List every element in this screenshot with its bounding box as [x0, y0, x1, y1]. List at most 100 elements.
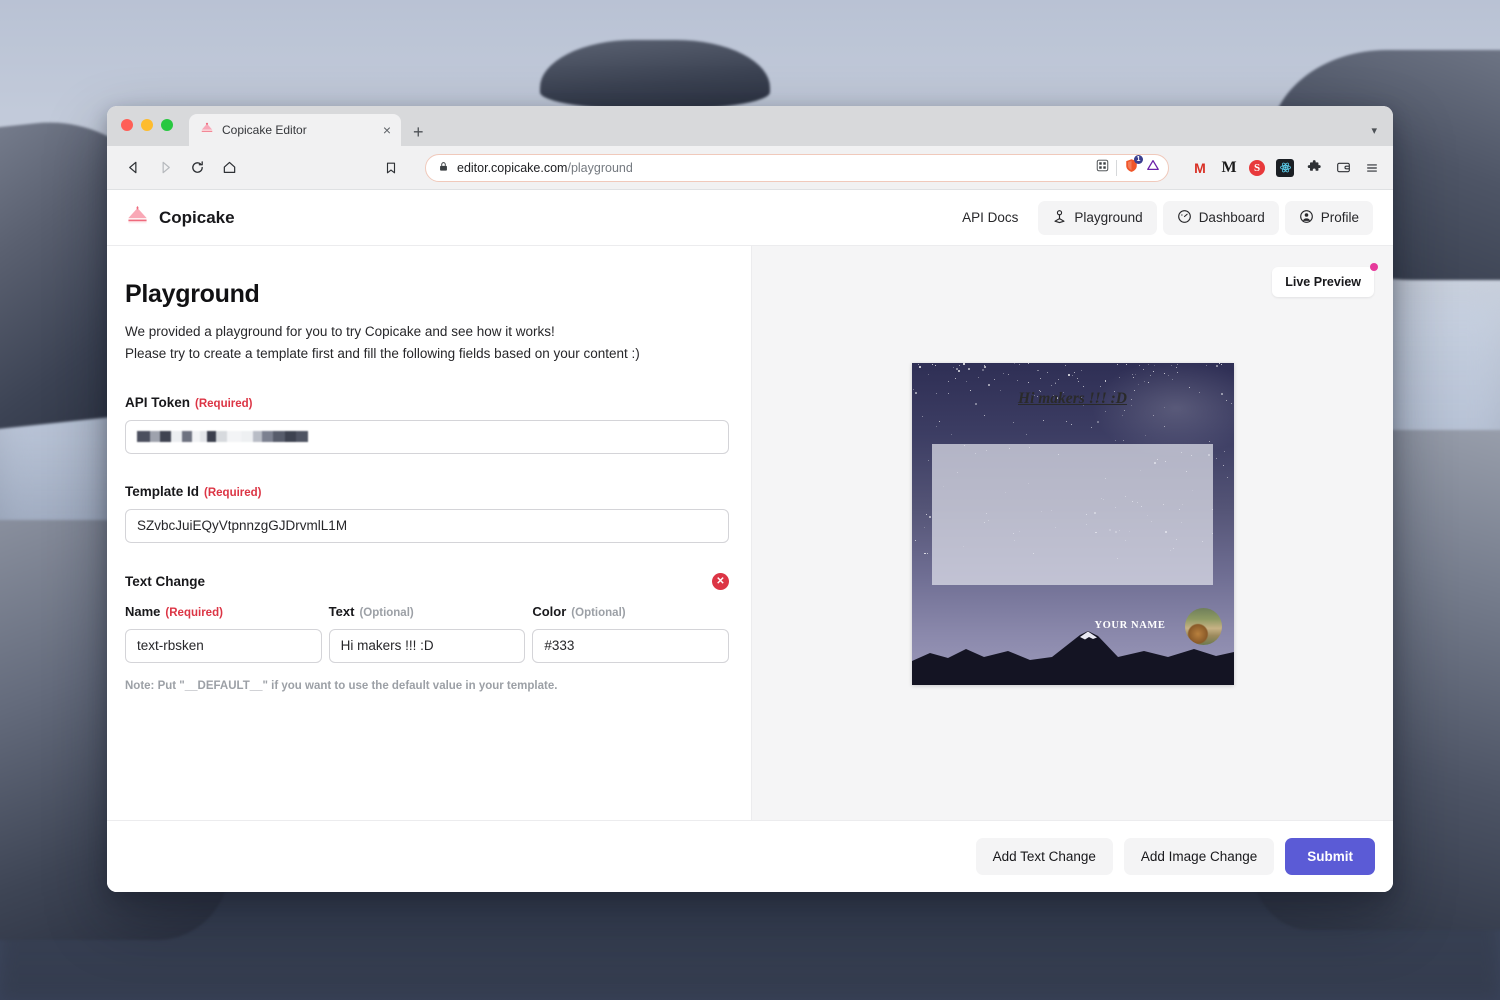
name-label: Name (Required) [125, 604, 322, 619]
brand-logo[interactable]: Copicake [125, 203, 235, 233]
gauge-icon [1177, 209, 1192, 227]
gmail-icon[interactable]: M [1191, 159, 1209, 177]
add-image-change-button[interactable]: Add Image Change [1123, 838, 1275, 875]
user-circle-icon [1299, 209, 1314, 227]
template-id-input[interactable]: SZvbcJuiEQyVtpnnzgGJDrvmlL1M [125, 508, 729, 543]
address-bar[interactable]: editor.copicake.com/playground 1 [425, 153, 1169, 182]
qr-code-icon[interactable] [1096, 159, 1109, 177]
field-label-text: Template Id [125, 483, 200, 499]
omnibox-actions: 1 [1096, 154, 1162, 178]
text-change-header: Text Change ✕ [125, 572, 729, 590]
nav-item-profile[interactable]: Profile [1284, 200, 1373, 235]
shield-badge-count: 1 [1134, 154, 1143, 164]
url-host: editor.copicake.com [457, 160, 568, 175]
text-change-text-input[interactable]: Hi makers !!! :D [328, 628, 526, 663]
extension-toolbar: M M S [1191, 158, 1381, 177]
submit-button[interactable]: Submit [1285, 838, 1375, 875]
add-text-change-button[interactable]: Add Text Change [975, 838, 1113, 875]
default-value-note: Note: Put "__DEFAULT__" if you want to u… [125, 679, 558, 692]
url-text: editor.copicake.com/playground [457, 161, 1088, 175]
react-icon[interactable] [1276, 158, 1294, 177]
app-body: Playground We provided a playground for … [107, 246, 1393, 820]
optional-tag: (Optional) [571, 606, 626, 619]
home-icon[interactable] [215, 154, 243, 182]
required-tag: (Required) [165, 606, 223, 619]
browser-tab-title: Copicake Editor [222, 123, 307, 137]
maximize-window-button[interactable] [161, 119, 173, 131]
text-change-color-input[interactable]: #333 [532, 628, 730, 663]
wallpaper-rock-center [540, 40, 770, 110]
field-label-text: Text [328, 603, 355, 619]
text-change-title: Text Change [125, 573, 206, 589]
api-token-label: API Token (Required) [125, 395, 729, 410]
preview-panel: Live Preview Hi makers !!! :D YOUR NAME [751, 246, 1393, 820]
close-icon[interactable]: × [381, 123, 393, 137]
overlay-text: Hi makers !!! :D [1018, 390, 1127, 407]
medium-icon[interactable]: M [1220, 159, 1238, 177]
browser-tab-strip: Copicake Editor × + ▾ [107, 106, 1393, 146]
nav-item-label: Profile [1320, 210, 1359, 225]
color-label: Color (Optional) [532, 604, 729, 619]
app-footer: Add Text Change Add Image Change Submit [107, 820, 1393, 892]
forward-icon [151, 154, 179, 182]
playground-form: Playground We provided a playground for … [107, 246, 751, 820]
browser-window: Copicake Editor × + ▾ editor.copicake.co… [107, 106, 1393, 892]
bookmark-icon[interactable] [377, 154, 405, 182]
nav-item-dashboard[interactable]: Dashboard [1162, 200, 1279, 235]
browser-toolbar: editor.copicake.com/playground 1 M M S [107, 146, 1393, 190]
text-change-name-input[interactable]: text-rbsken [125, 628, 322, 663]
remove-text-change-button[interactable]: ✕ [712, 572, 729, 590]
text-change-color-field: Color (Optional) #333 [532, 604, 730, 663]
brave-shield-icon[interactable]: 1 [1124, 154, 1143, 178]
field-label-text: Color [532, 603, 567, 619]
template-id-field: Template Id (Required) SZvbcJuiEQyVtpnnzg… [125, 484, 729, 543]
new-tab-button[interactable]: + [413, 123, 424, 141]
nav-item-api-docs[interactable]: API Docs [948, 202, 1032, 233]
window-controls[interactable] [121, 106, 173, 146]
url-path: /playground [567, 160, 633, 175]
preview-canvas: Hi makers !!! :D YOUR NAME [911, 363, 1234, 685]
redacted-value [137, 430, 308, 444]
omnibox-divider [1116, 159, 1117, 176]
field-label-text: Name [125, 603, 161, 619]
copicake-app: Copicake API Docs Playground Dashboard P… [107, 190, 1393, 892]
field-label-text: API Token [125, 394, 191, 410]
nav-item-label: API Docs [962, 210, 1019, 225]
browser-tab[interactable]: Copicake Editor × [189, 114, 401, 146]
brand-name: Copicake [159, 207, 235, 227]
nav-item-label: Playground [1074, 210, 1143, 225]
live-preview-wrapper: Live Preview [1272, 263, 1378, 297]
cake-slice-icon [200, 121, 214, 140]
text-change-row: Name (Required) text-rbsken Text (Optional… [125, 603, 730, 663]
app-header: Copicake API Docs Playground Dashboard P… [107, 190, 1393, 246]
desktop-wallpaper: Copicake Editor × + ▾ editor.copicake.co… [0, 0, 1500, 1000]
nav-item-label: Dashboard [1198, 210, 1265, 225]
text-change-name-field: Name (Required) text-rbsken [125, 604, 322, 663]
browser-menu-icon[interactable] [1363, 159, 1381, 177]
required-tag: (Required) [204, 486, 262, 499]
live-preview-button[interactable]: Live Preview [1272, 267, 1374, 297]
nav-item-playground[interactable]: Playground [1038, 200, 1157, 235]
page-title: Playground [125, 280, 260, 308]
extensions-puzzle-icon[interactable] [1305, 159, 1323, 177]
browser-profile-icon[interactable] [1334, 159, 1352, 177]
mountain-silhouette [911, 631, 1234, 685]
api-token-input[interactable] [125, 419, 729, 454]
close-window-button[interactable] [121, 119, 133, 131]
required-tag: (Required) [195, 397, 253, 410]
template-id-label: Template Id (Required) [125, 484, 729, 499]
optional-tag: (Optional) [359, 606, 414, 619]
intro-line-2: Please try to create a template first an… [125, 345, 640, 361]
reload-icon[interactable] [183, 154, 211, 182]
minimize-window-button[interactable] [141, 119, 153, 131]
text-change-text-field: Text (Optional) Hi makers !!! :D [328, 603, 526, 663]
live-status-dot [1370, 263, 1378, 271]
overlay-box [932, 443, 1213, 586]
chevron-down-icon[interactable]: ▾ [1371, 124, 1377, 137]
s-badge-icon[interactable]: S [1249, 159, 1265, 176]
vercel-triangle-icon[interactable] [1146, 158, 1160, 177]
api-token-field: API Token (Required) [125, 395, 729, 454]
back-icon[interactable] [119, 154, 147, 182]
intro-line-1: We provided a playground for you to try … [125, 324, 555, 339]
lock-icon [438, 159, 449, 177]
